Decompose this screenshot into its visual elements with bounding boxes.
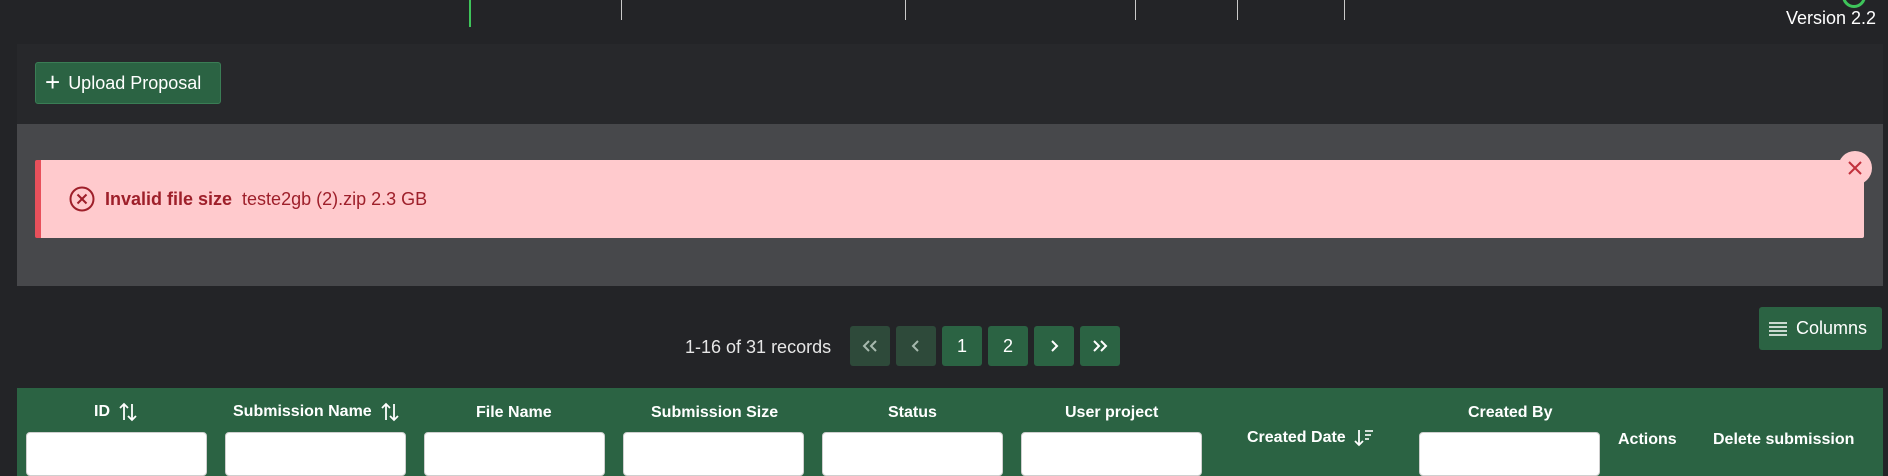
column-header-id-label: ID — [94, 403, 110, 420]
close-icon — [1848, 161, 1862, 175]
filter-user-project-input[interactable] — [1021, 432, 1202, 476]
filter-file-name-input[interactable] — [424, 432, 605, 476]
column-header-id[interactable]: ID — [94, 402, 138, 422]
alert-close-button[interactable] — [1838, 151, 1872, 185]
first-page-button[interactable] — [850, 326, 890, 366]
column-header-created-date[interactable]: Created Date — [1247, 428, 1374, 448]
column-header-status: Status — [888, 404, 937, 421]
sort-icon[interactable] — [380, 402, 400, 422]
upload-proposal-label: Upload Proposal — [68, 72, 202, 93]
chevron-left-icon — [911, 340, 919, 352]
upload-proposal-button[interactable]: + Upload Proposal — [35, 62, 221, 104]
double-chevron-left-icon — [862, 340, 877, 352]
filter-status-input[interactable] — [822, 432, 1003, 476]
plus-icon: + — [45, 67, 61, 97]
column-header-delete-submission: Delete submission — [1713, 431, 1855, 448]
nav-tab-divider — [1237, 0, 1238, 20]
version-label: Version 2.2 — [1785, 8, 1876, 28]
next-page-button[interactable] — [1034, 326, 1074, 366]
column-header-created-by: Created By — [1468, 404, 1553, 421]
filter-submission-size-input[interactable] — [623, 432, 804, 476]
column-header-actions: Actions — [1618, 431, 1677, 448]
double-chevron-right-icon — [1093, 340, 1108, 352]
nav-tab-divider — [1135, 0, 1136, 20]
error-alert: Invalid file size teste2gb (2).zip 2.3 G… — [35, 160, 1864, 238]
nav-tab-divider-active — [469, 0, 471, 27]
column-header-submission-name-label: Submission Name — [233, 403, 372, 420]
columns-label: Columns — [1796, 318, 1868, 338]
status-indicator-icon — [1842, 0, 1866, 8]
nav-tab-divider — [1344, 0, 1345, 20]
column-header-file-name: File Name — [476, 404, 552, 421]
column-header-submission-size: Submission Size — [651, 404, 779, 421]
nav-tab-divider — [905, 0, 906, 20]
records-count: 1-16 of 31 records — [685, 337, 832, 357]
page-2-button[interactable]: 2 — [988, 326, 1028, 366]
previous-page-button[interactable] — [896, 326, 936, 366]
last-page-button[interactable] — [1080, 326, 1120, 366]
top-navigation-bar: Version 2.2 — [0, 0, 1888, 28]
list-lines-icon — [1769, 321, 1787, 336]
nav-tab-divider — [621, 0, 622, 20]
column-header-created-date-label: Created Date — [1247, 429, 1346, 446]
columns-button[interactable]: Columns — [1759, 307, 1882, 350]
filter-id-input[interactable] — [26, 432, 207, 476]
column-header-submission-name[interactable]: Submission Name — [233, 402, 400, 422]
error-circle-x-icon — [69, 186, 95, 212]
page-1-button[interactable]: 1 — [942, 326, 982, 366]
sort-icon[interactable] — [118, 402, 138, 422]
alert-title: Invalid file size — [105, 188, 233, 209]
filter-submission-name-input[interactable] — [225, 432, 406, 476]
sort-descending-icon[interactable] — [1354, 428, 1374, 448]
column-header-user-project: User project — [1065, 404, 1159, 421]
alert-detail: teste2gb (2).zip 2.3 GB — [242, 188, 428, 209]
chevron-right-icon — [1051, 340, 1059, 352]
filter-created-by-input[interactable] — [1419, 432, 1600, 476]
